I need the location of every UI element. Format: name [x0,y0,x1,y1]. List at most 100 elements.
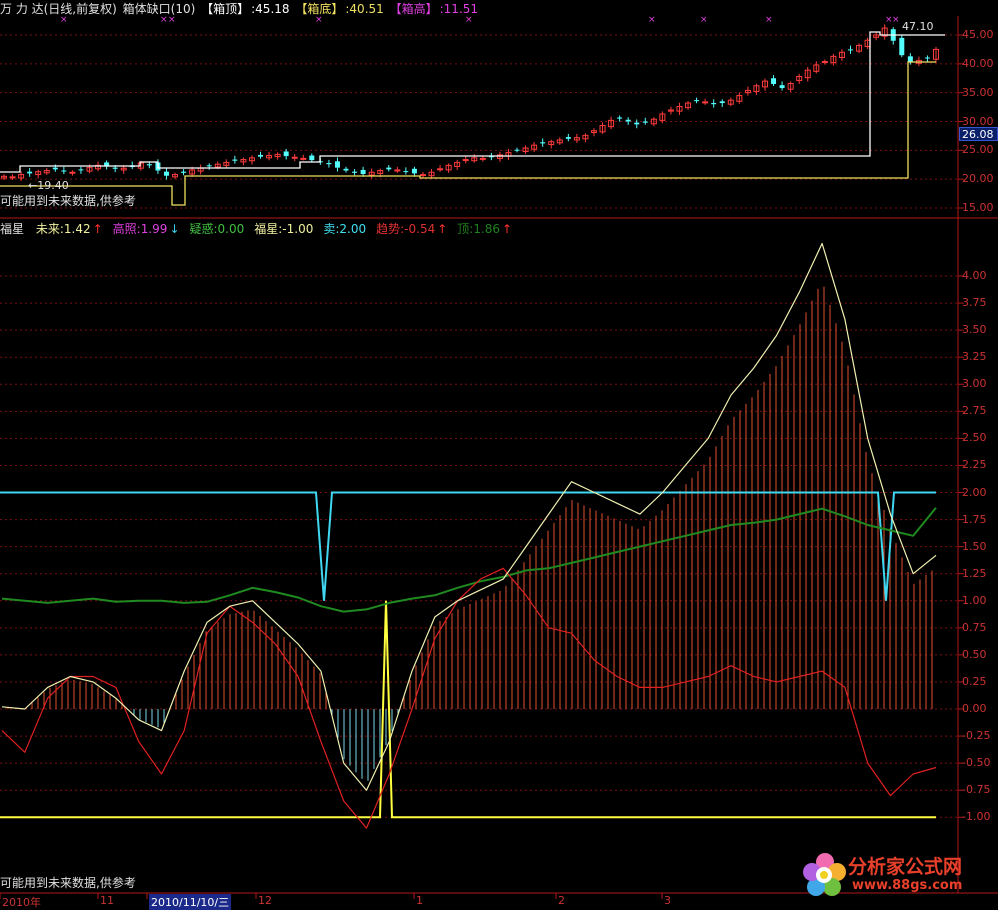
bottom-y-label: 0.25 [962,674,987,688]
legend-label: 福星:-1.00 [254,222,314,236]
candle-body [899,37,905,56]
top-future-note: 可能用到未来数据,供参考 [0,194,136,208]
candle-body [146,164,152,166]
bottom-y-label: 3.50 [962,323,987,337]
bottom-y-label: 0.00 [962,702,987,715]
low-price-marker: ←19.40 [28,179,69,192]
current-price-tag: 26.08 [959,127,998,141]
candle-body [462,159,469,162]
candle-body [479,157,486,160]
box-top-value: :45.18 [251,2,290,16]
candle-body [642,121,648,123]
candle-body [411,168,417,174]
candle-body [27,171,33,174]
arrow-up-icon: ↑ [437,222,448,236]
candle-body [163,171,169,176]
signal-mark: × [160,15,168,25]
bottom-y-label: 1.00 [962,593,987,607]
legend: 未来:1.42 ↑ 高照:1.99 ↓ 疑惑:0.00 福星:-1.00 卖:2.00 趋势:… [30,222,516,236]
price-candles [1,24,939,181]
bottom-y-label: 3.75 [962,296,987,310]
candle-body [771,78,777,85]
candle-body [617,117,623,119]
bottom-y-label: 2.00 [962,485,987,499]
legend-label: 高照:1.99 [112,222,168,236]
candle-body [258,154,264,157]
watermark-name: 分析家公式网 [848,856,963,878]
signal-mark: × [315,15,323,25]
bottom-y-label: 3.25 [962,350,987,364]
bottom-y-label: -0.75 [962,783,991,797]
bottom-y-label: -1.00 [962,810,991,824]
top-chart-header: 万 力 达(日线,前复权) 箱体缺口(10) 【箱顶】:45.18 【箱底】:4… [0,2,480,16]
candle-body [694,100,700,102]
candle-body [206,165,212,167]
date-label: 1 [416,894,423,907]
box-bottom-label: 【箱底】 [295,2,344,16]
indicator-name: 箱体缺口(10) [122,2,196,16]
candle-body [283,151,289,157]
candle-body [326,163,332,165]
legend-label: 趋势:-0.54 [376,222,436,236]
signal-mark: × [465,15,473,25]
box-height-value: :11.51 [439,2,479,16]
grid-lines [0,34,958,818]
candle-body [9,176,16,179]
bottom-y-label: -0.25 [962,729,991,743]
arrow-up-icon: ↑ [502,222,513,236]
arrow-up-icon: ↑ [92,222,103,236]
legend-item: 趋势:-0.54 ↑ [376,222,449,236]
bottom-y-label: 2.50 [962,431,987,445]
candle-body [69,171,76,174]
signal-mark: × [648,15,656,25]
legend-item: 顶:1.86 ↑ [457,222,514,236]
candle-body [419,174,426,177]
date-label: 12 [258,894,272,907]
signal-mark: × [765,15,773,25]
date-label: 11 [100,894,114,907]
top-y-label: 25.00 [962,143,994,157]
date-label: 2 [558,894,565,907]
candle-body [907,56,913,63]
legend-item: 疑惑:0.00 [190,222,247,236]
bottom-y-label: 2.75 [962,404,987,418]
candle-body [565,137,571,139]
trend-line [1,567,937,829]
top-y-label: 15.00 [962,201,994,214]
legend-item: 福星:-1.00 [254,222,315,236]
top-y-label: 20.00 [962,172,994,186]
candle-body [360,169,366,174]
chart-canvas: × × × × × × × × × × [0,15,998,899]
candle-body [437,168,444,171]
candle-body [821,61,828,64]
candle-body [61,170,67,172]
box-bottom-line [0,61,936,206]
candle-body [300,157,307,160]
candle-body [181,171,187,173]
candle-body [394,169,401,172]
candle-body [334,161,340,168]
future-line [1,242,937,791]
box-height-label: 【箱高】 [389,2,438,16]
candle-body [343,168,349,171]
bottom-y-label: 2.25 [962,458,987,472]
candle-body [514,149,520,151]
legend-label: 未来:1.42 [35,222,91,236]
candle-body [924,57,930,59]
candle-body [309,155,315,161]
date-label: 2010年 [2,896,41,909]
histogram-bars [7,286,933,781]
indicator-title: 福星 [0,222,25,236]
candle-body [847,49,853,51]
bottom-y-label: 0.50 [962,647,987,661]
bottom-y-label: -0.50 [962,756,991,770]
signal-mark: × [892,15,900,25]
signal-mark: × [60,15,68,25]
legend-item: 高照:1.99 ↓ [113,222,182,236]
top-y-label: 35.00 [962,85,994,99]
legend-item: 卖:2.00 [323,222,368,236]
candle-body [232,159,238,161]
legend-label: 卖:2.00 [323,222,367,236]
legend-item: 未来:1.42 ↑ [36,222,105,236]
signal-mark: × [700,15,708,25]
